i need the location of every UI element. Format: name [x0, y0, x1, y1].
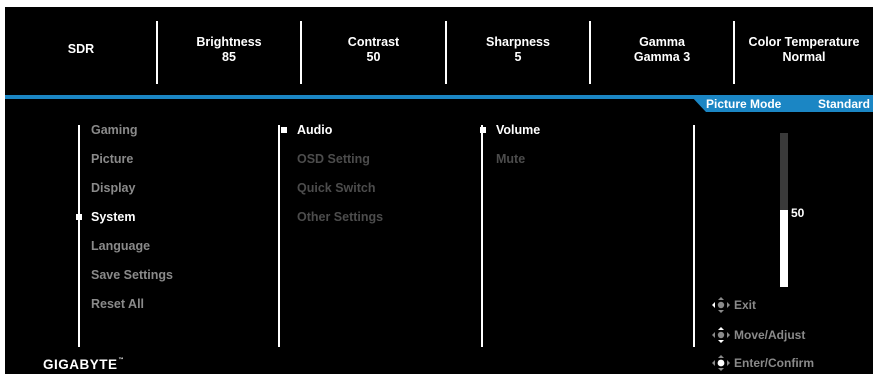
value-panel-rail [693, 125, 695, 347]
status-gamma-title: Gamma [639, 34, 685, 49]
system-menu-item-quick-switch[interactable]: Quick Switch [297, 181, 376, 195]
status-sharpness: Sharpness 5 [447, 7, 589, 92]
audio-menu-item-mute[interactable]: Mute [496, 152, 525, 166]
audio-menu-rail [481, 125, 483, 347]
selection-marker [281, 127, 287, 133]
status-contrast-value: 50 [366, 49, 381, 64]
gigabyte-logo-text: GIGABYTE [43, 357, 118, 372]
main-menu-rail [78, 125, 80, 347]
main-menu-item-display[interactable]: Display [91, 181, 135, 195]
status-hdr-mode-title: SDR [67, 42, 95, 56]
status-contrast: Contrast 50 [302, 7, 445, 92]
status-gamma-value: Gamma 3 [633, 49, 691, 64]
hint-move-adjust-label: Move/Adjust [734, 328, 806, 342]
volume-slider-value: 50 [791, 206, 805, 220]
status-contrast-title: Contrast [347, 34, 400, 49]
selection-marker [76, 214, 82, 220]
status-sharpness-value: 5 [514, 49, 522, 64]
hint-move-adjust: Move/Adjust [712, 327, 805, 343]
system-menu-item-osd-setting[interactable]: OSD Setting [297, 152, 370, 166]
main-menu-item-save-settings[interactable]: Save Settings [91, 268, 173, 282]
hint-exit: Exit [712, 297, 756, 313]
hint-enter-confirm-label: Enter/Confirm [734, 356, 815, 370]
trademark-mark: ™ [118, 357, 125, 363]
status-brightness-title: Brightness [196, 34, 262, 49]
selection-marker [480, 127, 486, 133]
gigabyte-logo: GIGABYTE™ [43, 357, 124, 372]
joystick-left-icon [712, 297, 730, 313]
status-hdr-mode: SDR [5, 7, 157, 92]
osd-window: SDR Brightness 85 Contrast 50 Sharpness … [5, 7, 873, 374]
picture-mode-label: Picture Mode [706, 97, 782, 111]
status-brightness-value: 85 [222, 49, 236, 64]
volume-slider-fill [780, 210, 788, 287]
status-brightness: Brightness 85 [158, 7, 300, 92]
system-menu-item-audio[interactable]: Audio [297, 123, 332, 137]
system-menu-rail [278, 125, 280, 347]
main-menu-item-reset-all[interactable]: Reset All [91, 297, 144, 311]
main-menu-item-language[interactable]: Language [91, 239, 150, 253]
main-menu-item-picture[interactable]: Picture [91, 152, 133, 166]
hint-exit-label: Exit [734, 298, 757, 312]
status-color-temperature: Color Temperature Normal [735, 7, 873, 92]
status-sharpness-title: Sharpness [486, 34, 550, 49]
hint-enter-confirm: Enter/Confirm [712, 355, 814, 371]
system-menu-item-other-settings[interactable]: Other Settings [297, 210, 383, 224]
joystick-press-icon [712, 355, 730, 371]
picture-mode-value: Standard [818, 97, 871, 111]
audio-menu-item-volume[interactable]: Volume [496, 123, 540, 137]
status-color-temperature-value: Normal [782, 49, 826, 64]
status-gamma: Gamma Gamma 3 [591, 7, 733, 92]
joystick-move-icon [712, 327, 730, 343]
main-menu-item-gaming[interactable]: Gaming [91, 123, 138, 137]
main-menu-item-system[interactable]: System [91, 210, 135, 224]
status-bar: SDR Brightness 85 Contrast 50 Sharpness … [5, 7, 873, 92]
status-color-temperature-title: Color Temperature [748, 34, 860, 49]
